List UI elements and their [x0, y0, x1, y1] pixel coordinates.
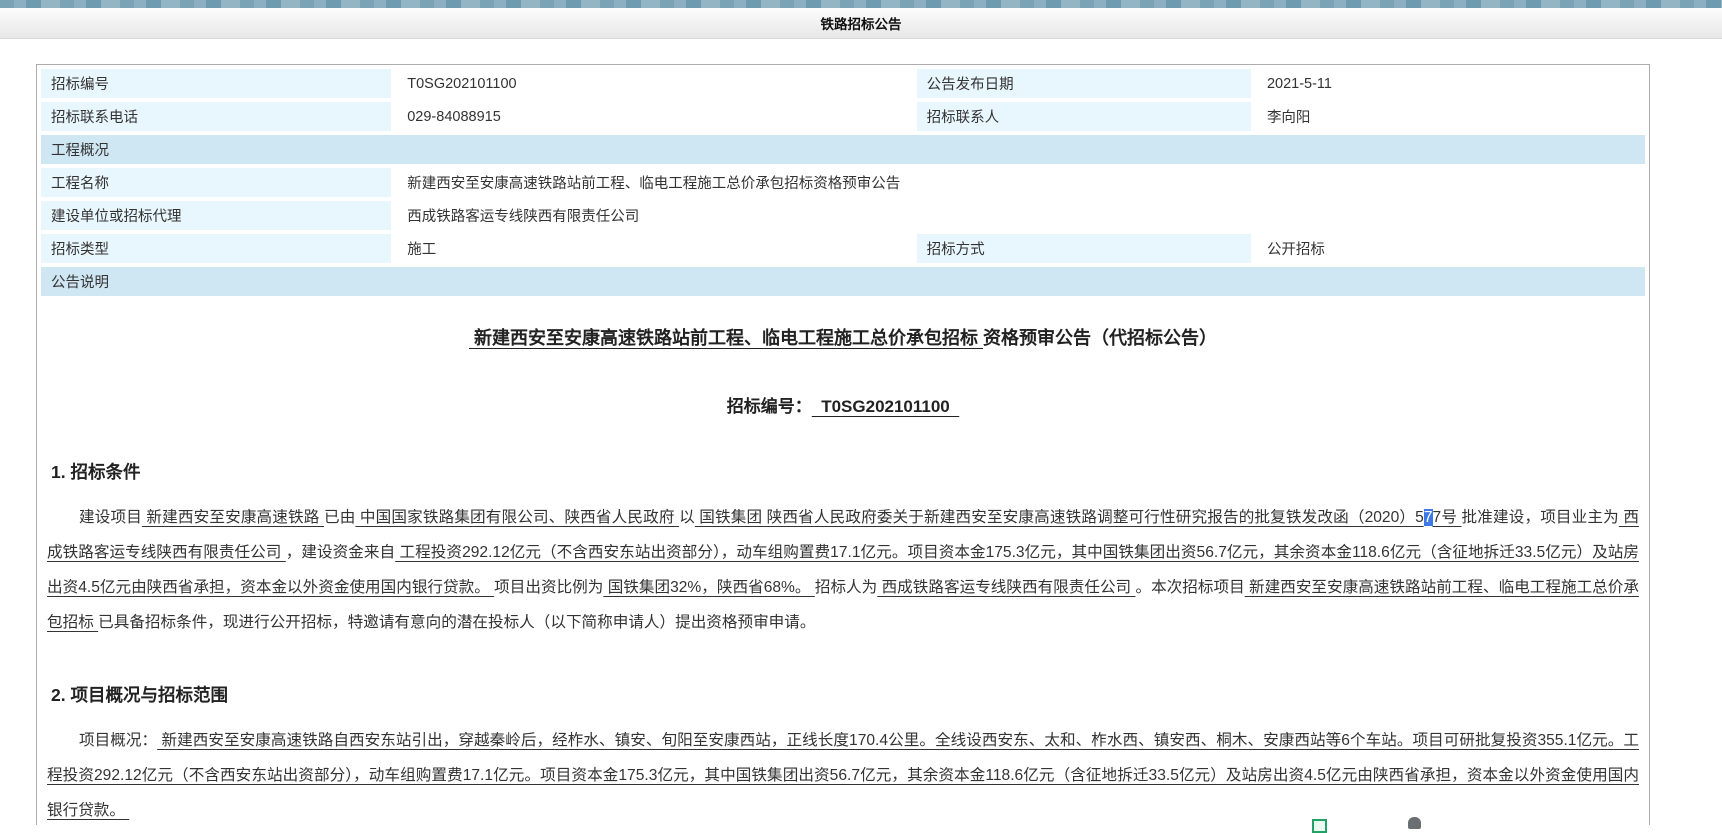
page-titlebar: 铁路招标公告: [0, 8, 1722, 39]
plain-text: 资格预审公告（代招标公告）: [983, 328, 1217, 348]
page: { "header": { "top_title": "铁路招标公告" }, "…: [0, 0, 1722, 825]
label-tender-type: 招标类型: [41, 234, 391, 263]
plain-text: 以: [679, 509, 695, 526]
plain-text: 批准建设，项目业主为: [1462, 509, 1619, 526]
announcement-title: 新建西安至安康高速铁路站前工程、临电工程施工总价承包招标 资格预审公告（代招标公…: [45, 324, 1641, 350]
underlined-text: 中国国家铁路集团有限公司、陕西省人民政府: [355, 509, 679, 526]
browser-chrome-strip: [0, 0, 1722, 8]
underlined-text: 7: [1424, 509, 1433, 526]
page-title: 铁路招标公告: [821, 13, 902, 33]
value-contact-person: 李向阳: [1255, 102, 1645, 131]
plain-text: 建设项目: [79, 509, 142, 526]
plain-text: ，建设资金来自: [286, 544, 395, 561]
announcement-body: 新建西安至安康高速铁路站前工程、临电工程施工总价承包招标 资格预审公告（代招标公…: [37, 300, 1649, 825]
label-project-name: 工程名称: [41, 168, 391, 197]
label-tender-number: 招标编号: [41, 69, 391, 98]
tender-info-table: 招标编号 T0SG202101100 公告发布日期 2021-5-11 招标联系…: [37, 65, 1649, 300]
value-tender-number: T0SG202101100: [395, 69, 912, 98]
partial-gray-icon: [1408, 817, 1421, 829]
plain-text: 招标编号：: [727, 397, 812, 416]
underlined-text: 新建西安至安康高速铁路站前工程、临电工程施工总价承包招标: [469, 328, 983, 348]
announcement-tender-number-line: 招标编号： T0SG202101100: [45, 392, 1641, 417]
table-row: 公告说明: [41, 267, 1645, 296]
plain-text: 招标人为: [815, 579, 877, 596]
underlined-text: 西成铁路客运专线陕西有限责任公司: [877, 579, 1135, 596]
partial-green-square-icon: [1312, 819, 1327, 833]
value-owner-or-agent: 西成铁路客运专线陕西有限责任公司: [395, 201, 1645, 230]
section-1-paragraph: 建设项目 新建西安至安康高速铁路 已由 中国国家铁路集团有限公司、陕西省人民政府…: [47, 500, 1639, 640]
underlined-text: 国铁集团 陕西省人民政府委关于新建西安至安康高速铁路调整可行性研究报告的批复铁发…: [695, 509, 1424, 526]
underlined-text: 新建西安至安康高速铁路自西安东站引出，穿越秦岭后，经柞水、镇安、旬阳至安康西站，…: [47, 732, 1639, 819]
underlined-text: 新建西安至安康高速铁路: [142, 509, 324, 526]
table-row: 招标联系电话 029-84088915 招标联系人 李向阳: [41, 102, 1645, 131]
underlined-text: 国铁集团32%，陕西省68%。: [603, 579, 814, 596]
label-owner-or-agent: 建设单位或招标代理: [41, 201, 391, 230]
section-1-heading: 1. 招标条件: [51, 459, 1641, 484]
plain-text: 项目概况：: [79, 732, 157, 749]
plain-text: 项目出资比例为: [494, 579, 603, 596]
section-2-paragraph: 项目概况： 新建西安至安康高速铁路自西安东站引出，穿越秦岭后，经柞水、镇安、旬阳…: [47, 723, 1639, 825]
plain-text: 已由: [324, 509, 355, 526]
underlined-text: T0SG202101100: [812, 397, 959, 416]
section-header-announcement: 公告说明: [41, 267, 1645, 296]
value-contact-phone: 029-84088915: [395, 102, 912, 131]
plain-text: 。本次招标项目: [1136, 579, 1245, 596]
label-contact-phone: 招标联系电话: [41, 102, 391, 131]
label-contact-person: 招标联系人: [917, 102, 1251, 131]
table-row: 建设单位或招标代理 西成铁路客运专线陕西有限责任公司: [41, 201, 1645, 230]
value-tender-type: 施工: [395, 234, 912, 263]
label-publish-date: 公告发布日期: [917, 69, 1251, 98]
value-tender-method: 公开招标: [1255, 234, 1645, 263]
section-header-project-overview: 工程概况: [41, 135, 1645, 164]
value-publish-date: 2021-5-11: [1255, 69, 1645, 98]
table-row: 工程名称 新建西安至安康高速铁路站前工程、临电工程施工总价承包招标资格预审公告: [41, 168, 1645, 197]
table-row: 招标编号 T0SG202101100 公告发布日期 2021-5-11: [41, 69, 1645, 98]
plain-text: 已具备招标条件，现进行公开招标，特邀请有意向的潜在投标人（以下简称申请人）提出资…: [98, 614, 815, 631]
table-row: 招标类型 施工 招标方式 公开招标: [41, 234, 1645, 263]
value-project-name: 新建西安至安康高速铁路站前工程、临电工程施工总价承包招标资格预审公告: [395, 168, 1645, 197]
announcement-frame: 招标编号 T0SG202101100 公告发布日期 2021-5-11 招标联系…: [36, 64, 1650, 825]
underlined-text: 7号: [1433, 509, 1462, 526]
section-2-heading: 2. 项目概况与招标范围: [51, 682, 1641, 707]
label-tender-method: 招标方式: [917, 234, 1251, 263]
table-row: 工程概况: [41, 135, 1645, 164]
